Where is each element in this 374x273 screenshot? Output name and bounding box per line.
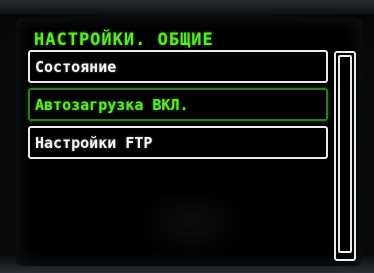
settings-menu: Состояние Автозагрузка ВКЛ. Настройки FT… [28, 50, 328, 164]
menu-item-label: Настройки FTP [35, 133, 153, 152]
lcd-screen: НАСТРОЙКИ. ОБЩИЕ Состояние Автозагрузка … [16, 18, 362, 266]
menu-item-ftp-settings[interactable]: Настройки FTP [28, 126, 328, 159]
menu-item-label: Состояние [35, 57, 117, 76]
menu-item-autoload[interactable]: Автозагрузка ВКЛ. [28, 88, 328, 121]
menu-item-status[interactable]: Состояние [28, 50, 328, 83]
menu-item-label: Автозагрузка ВКЛ. [35, 95, 189, 114]
screen-title: НАСТРОЙКИ. ОБЩИЕ [34, 30, 214, 50]
scrollbar-thumb[interactable] [338, 55, 352, 253]
scrollbar[interactable] [334, 51, 356, 261]
screen-glare [136, 188, 246, 258]
